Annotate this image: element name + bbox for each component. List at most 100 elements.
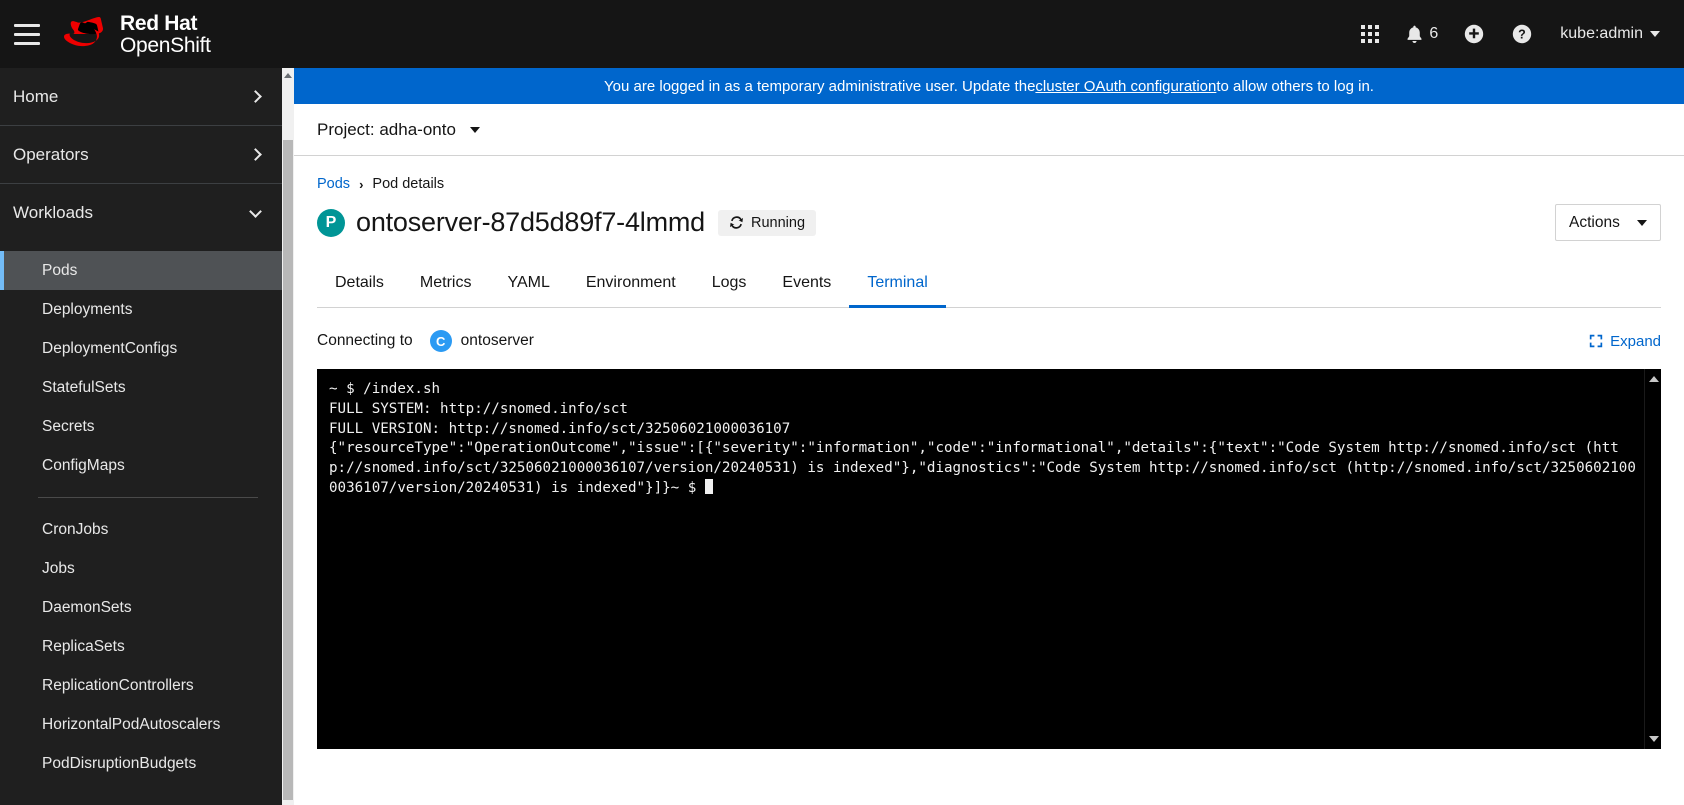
container-name-label: ontoserver (460, 332, 534, 349)
quick-create-button[interactable] (1450, 0, 1498, 68)
sidebar-section-label: Operators (13, 144, 89, 164)
sidebar-section-home[interactable]: Home (0, 68, 282, 126)
nav-toggle-button[interactable] (0, 0, 54, 68)
status-badge: Running (718, 209, 817, 236)
sidebar-item-label: PodDisruptionBudgets (42, 754, 197, 772)
plus-circle-icon (1465, 24, 1484, 44)
brand-openshift-label: OpenShift (120, 33, 211, 57)
sidebar-scroll-up-button[interactable] (282, 68, 294, 82)
project-selector[interactable]: Project: adha-onto (317, 120, 480, 140)
terminal-container: ~ $ /index.sh FULL SYSTEM: http://snomed… (317, 369, 1661, 749)
tab-environment[interactable]: Environment (568, 261, 694, 308)
sidebar-item-label: CronJobs (42, 520, 109, 538)
pod-resource-icon: P (317, 208, 345, 237)
sidebar-item-label: HorizontalPodAutoscalers (42, 715, 221, 733)
hamburger-bar (14, 23, 40, 27)
sidebar-section-label: Workloads (13, 203, 93, 222)
connecting-label: Connecting to (317, 332, 413, 349)
sidebar-section-workloads[interactable]: Workloads (0, 184, 282, 242)
sidebar-navigation: Home Operators Workloads Pods Deployment… (0, 68, 282, 805)
sidebar-divider (38, 497, 258, 498)
tab-yaml[interactable]: YAML (489, 261, 567, 308)
brand-logo[interactable]: Red Hat OpenShift (64, 12, 211, 57)
sidebar-item-daemonsets[interactable]: DaemonSets (0, 588, 282, 627)
help-button[interactable]: ? (1498, 0, 1546, 68)
tab-metrics[interactable]: Metrics (402, 261, 490, 308)
alert-text-before: You are logged in as a temporary adminis… (604, 77, 1036, 95)
sidebar-item-label: ConfigMaps (42, 456, 125, 474)
notifications-button[interactable]: 6 (1394, 0, 1450, 68)
chevron-down-icon (1637, 219, 1647, 226)
question-circle-icon: ? (1513, 24, 1532, 44)
page-header: P ontoserver-87d5d89f7-4lmmd Running Act… (317, 204, 1661, 241)
sidebar-item-jobs[interactable]: Jobs (0, 549, 282, 588)
user-name-label: kube:admin (1560, 25, 1643, 42)
brand-text: Red Hat OpenShift (120, 12, 211, 57)
breadcrumb-link-pods[interactable]: Pods (317, 176, 350, 192)
expand-terminal-button[interactable]: Expand (1589, 333, 1661, 350)
tab-terminal[interactable]: Terminal (849, 261, 946, 308)
hamburger-bar (14, 41, 40, 45)
sidebar-item-replicasets[interactable]: ReplicaSets (0, 627, 282, 666)
expand-label: Expand (1610, 332, 1661, 350)
sidebar-item-cronjobs[interactable]: CronJobs (0, 510, 282, 549)
notification-count: 6 (1429, 25, 1439, 42)
terminal-connection-row: Connecting to C ontoserver Expand (317, 330, 1661, 352)
sidebar-scrollbar-thumb[interactable] (283, 140, 293, 800)
actions-button[interactable]: Actions (1555, 204, 1661, 241)
page-title: ontoserver-87d5d89f7-4lmmd (356, 207, 705, 237)
tab-details[interactable]: Details (317, 261, 402, 308)
project-label: Project: adha-onto (317, 119, 456, 139)
sidebar-item-label: ReplicationControllers (42, 676, 194, 694)
red-hat-logo-icon (64, 17, 103, 47)
chevron-down-icon (1650, 31, 1660, 37)
grid-icon (1361, 25, 1380, 43)
sidebar-item-label: StatefulSets (42, 378, 126, 396)
terminal-output[interactable]: ~ $ /index.sh FULL SYSTEM: http://snomed… (317, 369, 1644, 749)
user-menu-button[interactable]: kube:admin (1546, 0, 1666, 68)
sidebar-item-label: DeploymentConfigs (42, 339, 178, 357)
sidebar-section-operators[interactable]: Operators (0, 126, 282, 184)
masthead: Red Hat OpenShift 6 ? kube:admin (0, 0, 1684, 68)
sidebar-item-pods[interactable]: Pods (0, 251, 282, 290)
alert-text-after: to allow others to log in. (1216, 77, 1374, 95)
main-content: You are logged in as a temporary adminis… (294, 68, 1684, 805)
tab-logs[interactable]: Logs (694, 261, 765, 308)
breadcrumb-separator-icon: › (359, 176, 364, 192)
sidebar-item-horizontalpodautoscalers[interactable]: HorizontalPodAutoscalers (0, 705, 282, 744)
sidebar-item-label: ReplicaSets (42, 637, 125, 655)
sidebar-item-statefulsets[interactable]: StatefulSets (0, 368, 282, 407)
sidebar-item-replicationcontrollers[interactable]: ReplicationControllers (0, 666, 282, 705)
sidebar-item-poddisruptionbudgets[interactable]: PodDisruptionBudgets (0, 744, 282, 783)
sidebar-item-configmaps[interactable]: ConfigMaps (0, 446, 282, 485)
cluster-oauth-configuration-link[interactable]: cluster OAuth configuration (1035, 78, 1216, 95)
sidebar-item-label: Deployments (42, 300, 133, 318)
sidebar-item-label: Pods (42, 261, 78, 279)
tab-events[interactable]: Events (764, 261, 849, 308)
bell-icon (1407, 25, 1422, 43)
breadcrumb-current: Pod details (372, 176, 445, 192)
expand-icon (1589, 334, 1603, 348)
sidebar-item-deployments[interactable]: Deployments (0, 290, 282, 329)
sidebar-item-deploymentconfigs[interactable]: DeploymentConfigs (0, 329, 282, 368)
terminal-scroll-down-button[interactable] (1645, 731, 1662, 747)
terminal-cursor (704, 478, 713, 494)
chevron-right-icon (249, 90, 262, 103)
sidebar-section-label: Home (13, 86, 59, 106)
sidebar-item-secrets[interactable]: Secrets (0, 407, 282, 446)
page-content: Pods › Pod details P ontoserver-87d5d89f… (294, 156, 1684, 749)
sidebar-item-label: DaemonSets (42, 598, 132, 616)
sync-icon (730, 216, 743, 229)
chevron-right-icon (249, 148, 262, 161)
sidebar-item-label: Secrets (42, 417, 95, 435)
brand-red-hat-label: Red Hat (120, 11, 198, 35)
app-launcher-button[interactable] (1346, 0, 1394, 68)
chevron-down-icon (249, 204, 262, 218)
terminal-scrollbar[interactable] (1644, 369, 1661, 749)
temporary-user-alert: You are logged in as a temporary adminis… (294, 68, 1684, 104)
project-bar: Project: adha-onto (294, 104, 1684, 156)
status-label: Running (751, 214, 806, 231)
terminal-scroll-up-button[interactable] (1645, 371, 1662, 387)
svg-text:?: ? (1518, 28, 1526, 42)
chevron-down-icon (469, 126, 480, 133)
